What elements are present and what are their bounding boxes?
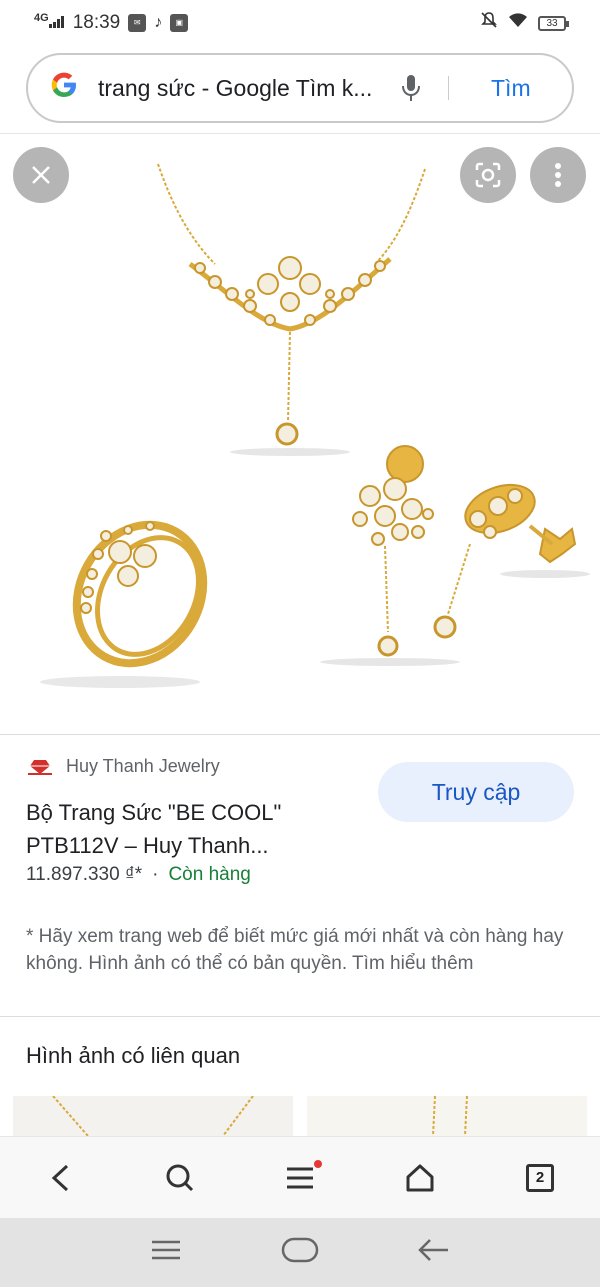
tabs-button[interactable]: 2 [510,1148,570,1208]
stock-status: Còn hàng [168,864,251,885]
visit-button[interactable]: Truy cập [378,762,574,822]
search-divider [448,76,449,100]
system-back-arrow-icon [418,1239,449,1261]
lens-button[interactable] [460,147,516,203]
tab-count-icon: 2 [526,1163,554,1192]
back-button[interactable] [30,1148,90,1208]
search-bar[interactable]: trang sức - Google Tìm k... Tìm [26,53,574,123]
close-icon [32,166,50,184]
mute-bell-icon [480,11,498,35]
price-row: 11.897.330 ₫* · Còn hàng [26,864,251,886]
menu-icon [287,1167,313,1188]
back-chevron-icon [51,1164,69,1191]
related-images-heading: Hình ảnh có liên quan [26,1043,241,1068]
price: 11.897.330 ₫* [26,864,143,885]
microphone-icon[interactable] [400,72,422,104]
system-home-button[interactable] [281,1237,319,1268]
related-necklace-image [52,1096,254,1136]
menu-button[interactable] [270,1148,330,1208]
search-nav-button[interactable] [150,1148,210,1208]
more-options-button[interactable] [530,147,586,203]
system-back-button[interactable] [418,1238,450,1267]
status-time: 18:39 [72,11,121,33]
close-button[interactable] [13,147,69,203]
signal-icon [48,16,64,29]
source-name: Huy Thanh Jewelry [66,756,220,776]
disclaimer-text: * Hãy xem trang web để biết mức giá mới … [26,926,564,974]
system-nav-bar [0,1218,600,1287]
status-bar: 4G 18:39 ✉ ♪ ▣ 33 [0,0,600,46]
google-logo-icon [48,70,80,106]
image-preview[interactable] [0,134,600,734]
browser-bottom-nav: 2 [0,1136,600,1218]
related-image-2[interactable] [307,1096,587,1136]
site-favicon-icon [28,759,52,775]
app-notification-icon: ▣ [170,13,189,32]
related-chain-image [432,1096,468,1136]
search-query-text[interactable]: trang sức - Google Tìm k... [98,75,388,102]
google-lens-icon [475,162,501,188]
network-indicator: 4G [34,12,65,34]
system-home-icon [281,1237,319,1263]
messenger-notification-icon: ✉ [128,13,147,32]
recent-apps-icon [151,1240,180,1260]
wifi-icon [508,12,528,34]
search-icon [166,1164,194,1191]
notification-dot-icon [314,1159,322,1168]
search-button[interactable]: Tìm [491,75,531,102]
section-divider [0,1016,600,1017]
price-separator: · [152,864,159,885]
home-button[interactable] [390,1148,450,1208]
jewelry-image [40,163,590,688]
tiktok-notification-icon: ♪ [154,13,163,31]
result-title[interactable]: Bộ Trang Sức "BE COOL" PTB112V – Huy Tha… [26,796,356,862]
battery-indicator: 33 [538,15,569,31]
result-source[interactable]: Huy Thanh Jewelry [26,756,220,777]
recent-apps-button[interactable] [150,1238,182,1267]
related-image-1[interactable] [13,1096,293,1136]
image-divider [0,734,600,735]
more-vertical-icon [555,163,561,187]
home-icon [406,1164,434,1191]
